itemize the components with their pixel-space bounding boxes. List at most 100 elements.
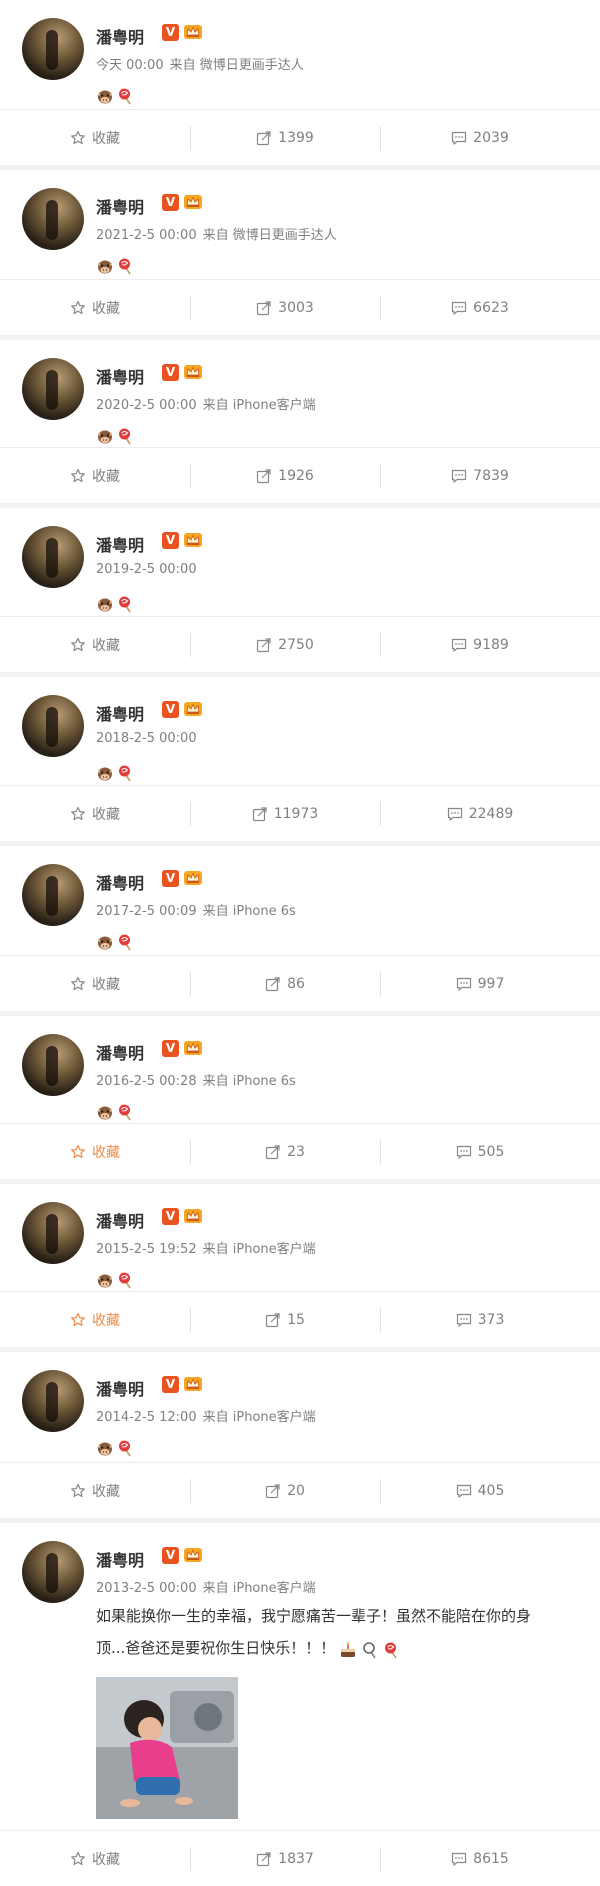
favorite-button[interactable]: 收藏: [0, 280, 190, 335]
cow-face-icon: [96, 1439, 114, 1457]
post-timestamp[interactable]: 2013-2-5 00:00: [96, 1581, 197, 1596]
author-name[interactable]: 潘粤明: [96, 1040, 144, 1064]
author-avatar[interactable]: [22, 1541, 84, 1603]
author-name[interactable]: 潘粤明: [96, 1547, 144, 1571]
repost-button[interactable]: 1926: [190, 448, 380, 503]
author-avatar[interactable]: [22, 358, 84, 420]
post-source: 来自 iPhone客户端: [202, 1242, 316, 1257]
author-avatar[interactable]: [22, 1370, 84, 1432]
comment-button[interactable]: 373: [380, 1292, 580, 1347]
post-action-bar: 收藏 20 405: [0, 1462, 600, 1518]
author-avatar[interactable]: [22, 18, 84, 80]
favorite-button[interactable]: 收藏: [0, 448, 190, 503]
favorite-button[interactable]: 收藏: [0, 110, 190, 165]
comment-button[interactable]: 505: [380, 1124, 580, 1179]
cow-face-icon: [96, 1271, 114, 1289]
author-name[interactable]: 潘粤明: [96, 870, 144, 894]
author-name[interactable]: 潘粤明: [96, 364, 144, 388]
post-meta: 今天 00:00 来自 微博日更画手达人: [96, 54, 304, 73]
author-name[interactable]: 潘粤明: [96, 1208, 144, 1232]
author-avatar[interactable]: [22, 188, 84, 250]
post-meta: 2018-2-5 00:00: [96, 731, 197, 746]
post-meta: 2019-2-5 00:00: [96, 562, 197, 577]
repost-icon: [256, 300, 272, 316]
author-avatar[interactable]: [22, 1202, 84, 1264]
author-name[interactable]: 潘粤明: [96, 701, 144, 725]
repost-button[interactable]: 1837: [190, 1831, 380, 1886]
repost-icon: [256, 130, 272, 146]
weibo-post-card: 潘粤明 V 2018-2-5 00:00 收藏 11973 22489: [0, 677, 600, 841]
cow-face-icon: [96, 1103, 114, 1121]
weibo-post-card: 潘粤明 V 2021-2-5 00:00 来自 微博日更画手达人 收藏 3003 6623: [0, 170, 600, 335]
favorite-button[interactable]: 收藏: [0, 956, 190, 1011]
repost-button[interactable]: 11973: [190, 786, 380, 841]
favorite-button[interactable]: 收藏: [0, 617, 190, 672]
comment-button[interactable]: 405: [380, 1463, 580, 1518]
lollipop-icon: [117, 933, 135, 951]
star-icon: [70, 1144, 86, 1160]
comment-button[interactable]: 2039: [380, 110, 580, 165]
post-timestamp[interactable]: 2017-2-5 00:09: [96, 904, 197, 919]
favorite-button[interactable]: 收藏: [0, 1831, 190, 1886]
post-timestamp[interactable]: 2015-2-5 19:52: [96, 1242, 197, 1257]
post-timestamp[interactable]: 今天 00:00: [96, 58, 164, 73]
verified-v-badge-icon: V: [162, 1376, 179, 1393]
post-content-emojis: [96, 594, 135, 614]
author-avatar[interactable]: [22, 1034, 84, 1096]
comment-button[interactable]: 997: [380, 956, 580, 1011]
repost-button[interactable]: 1399: [190, 110, 380, 165]
repost-button[interactable]: 20: [190, 1463, 380, 1518]
favorite-label: 收藏: [92, 977, 120, 993]
lollipop-icon: [117, 764, 135, 782]
favorite-label: 收藏: [92, 638, 120, 654]
star-icon: [70, 637, 86, 653]
favorite-button[interactable]: 收藏: [0, 1463, 190, 1518]
author-name[interactable]: 潘粤明: [96, 532, 144, 556]
repost-button[interactable]: 2750: [190, 617, 380, 672]
author-avatar[interactable]: [22, 695, 84, 757]
comment-count: 9189: [473, 637, 509, 653]
post-photo-thumbnail[interactable]: [96, 1677, 238, 1819]
post-timestamp[interactable]: 2021-2-5 00:00: [96, 228, 197, 243]
comment-count: 7839: [473, 468, 509, 484]
star-icon: [70, 976, 86, 992]
cow-face-icon: [96, 87, 114, 105]
verified-v-badge-icon: V: [162, 870, 179, 887]
favorite-button[interactable]: 收藏: [0, 786, 190, 841]
star-icon: [70, 1312, 86, 1328]
favorite-button[interactable]: 收藏: [0, 1124, 190, 1179]
comment-count: 22489: [468, 806, 514, 822]
repost-button[interactable]: 86: [190, 956, 380, 1011]
repost-button[interactable]: 3003: [190, 280, 380, 335]
repost-button[interactable]: 15: [190, 1292, 380, 1347]
comment-button[interactable]: 7839: [380, 448, 580, 503]
post-timestamp[interactable]: 2020-2-5 00:00: [96, 398, 197, 413]
post-timestamp[interactable]: 2018-2-5 00:00: [96, 731, 197, 746]
weibo-post-card: 潘粤明 V 2014-2-5 12:00 来自 iPhone客户端 收藏 20 405: [0, 1352, 600, 1518]
repost-count: 3003: [278, 300, 314, 316]
post-meta: 2017-2-5 00:09 来自 iPhone 6s: [96, 900, 296, 919]
comment-button[interactable]: 9189: [380, 617, 580, 672]
post-action-bar: 收藏 86 997: [0, 955, 600, 1011]
repost-icon: [252, 806, 268, 822]
repost-button[interactable]: 23: [190, 1124, 380, 1179]
post-timestamp[interactable]: 2016-2-5 00:28: [96, 1074, 197, 1089]
cow-face-icon: [96, 595, 114, 613]
author-name[interactable]: 潘粤明: [96, 1376, 144, 1400]
author-avatar[interactable]: [22, 864, 84, 926]
comment-button[interactable]: 22489: [380, 786, 580, 841]
member-crown-icon: [183, 700, 203, 718]
comment-button[interactable]: 6623: [380, 280, 580, 335]
verified-v-badge-icon: V: [162, 1040, 179, 1057]
post-timestamp[interactable]: 2014-2-5 12:00: [96, 1410, 197, 1425]
comment-count: 373: [477, 1312, 505, 1328]
author-avatar[interactable]: [22, 526, 84, 588]
comment-button[interactable]: 8615: [380, 1831, 580, 1886]
post-timestamp[interactable]: 2019-2-5 00:00: [96, 562, 197, 577]
author-name[interactable]: 潘粤明: [96, 194, 144, 218]
author-name[interactable]: 潘粤明: [96, 24, 144, 48]
comment-icon: [456, 1312, 472, 1328]
favorite-button[interactable]: 收藏: [0, 1292, 190, 1347]
favorite-label: 收藏: [92, 807, 120, 823]
member-crown-icon: [183, 1039, 203, 1057]
